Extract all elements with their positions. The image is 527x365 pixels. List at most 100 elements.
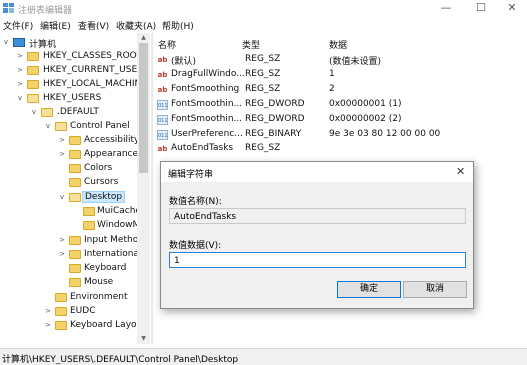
value-name-field: AutoEndTasks [169,208,466,224]
folder-icon [69,264,81,273]
menu-view[interactable]: 查看(V) [78,19,109,32]
folder-icon [83,207,95,216]
folder-icon [27,80,39,89]
chevron-down-icon[interactable]: v [2,38,10,46]
dialog-title-bar: 编辑字符串 ✕ [161,162,473,182]
scroll-up-arrow-icon[interactable]: ▲ [137,33,150,43]
folder-icon [27,52,39,61]
value-data: 0x00000002 (2) [329,114,402,124]
folder-icon [27,66,39,75]
value-type: REG_BINARY [245,129,302,139]
chevron-right-icon[interactable]: > [58,236,66,244]
column-header-name[interactable]: 名称 [158,38,176,51]
folder-open-icon [55,122,67,131]
folder-icon [55,307,67,316]
edit-string-dialog: 编辑字符串 ✕ 数值名称(N): AutoEndTasks 数值数据(V): 1… [160,161,474,309]
folder-icon [69,278,81,287]
folder-icon [69,178,81,187]
chevron-down-icon[interactable]: v [30,108,38,116]
cancel-button[interactable]: 取消 [403,281,467,298]
value-row[interactable]: ab FontSmoothing REG_SZ 2 [154,83,527,97]
computer-icon [13,38,25,47]
value-row[interactable]: ab DragFullWindo... REG_SZ 1 [154,68,527,82]
tree-item-label: Colors [84,163,113,173]
value-row[interactable]: 011 FontSmoothin... REG_DWORD 0x00000001… [154,98,527,112]
chevron-right-icon[interactable]: > [44,307,52,315]
tree-item-label: Control Panel [70,121,130,131]
scrollbar-thumb[interactable] [139,43,148,173]
value-row[interactable]: 011 UserPreferenc... REG_BINARY 9e 3e 03… [154,128,527,142]
tree-item-label: Appearance [84,149,139,159]
dialog-close-button[interactable]: ✕ [456,165,465,178]
tree-item-label: International [84,249,142,259]
menu-favorites[interactable]: 收藏夹(A) [116,19,156,32]
value-name: FontSmoothin... [171,114,243,124]
value-row[interactable]: 011 FontSmoothin... REG_DWORD 0x00000002… [154,113,527,127]
column-header-data[interactable]: 数据 [329,38,347,51]
chevron-right-icon[interactable]: > [16,80,24,88]
registry-app-icon [3,3,14,13]
folder-icon [69,250,81,259]
binary-value-icon: 011 [157,100,168,110]
column-header-type[interactable]: 类型 [242,38,260,51]
chevron-right-icon[interactable]: > [58,250,66,258]
folder-open-icon [27,94,39,103]
registry-tree[interactable]: v 计算机 > HKEY_CLASSES_ROOT > HKEY_CURRENT… [0,33,152,344]
tree-item-label: WindowM [97,220,141,230]
value-name: UserPreferenc... [171,129,243,139]
value-row[interactable]: ab AutoEndTasks REG_SZ [154,142,527,156]
tree-item-label: Input Metho [84,235,139,245]
maximize-button[interactable]: ☐ [466,0,496,17]
tree-item-label: HKEY_USERS [43,93,102,103]
value-data-input[interactable]: 1 [169,252,466,268]
status-path: 计算机\HKEY_USERS\.DEFAULT\Control Panel\De… [2,355,239,365]
scroll-down-arrow-icon[interactable]: ▼ [137,334,150,344]
value-type: REG_SZ [245,54,281,64]
menu-edit[interactable]: 编辑(E) [40,19,71,32]
folder-icon [69,236,81,245]
chevron-down-icon[interactable]: v [58,193,66,201]
tree-item-label: 计算机 [29,40,57,50]
string-value-icon: ab [157,86,168,94]
menu-help[interactable]: 帮助(H) [162,19,194,32]
chevron-right-icon[interactable]: > [58,150,66,158]
value-row[interactable]: ab (默认) REG_SZ (数值未设置) [154,53,527,67]
chevron-down-icon[interactable]: v [44,122,52,130]
value-data: 2 [329,84,335,94]
folder-icon [55,321,67,330]
tree-item-label: Cursors [84,177,119,187]
tree-item-label: HKEY_LOCAL_MACHINE [43,79,147,89]
value-data: 0x00000001 (1) [329,99,402,109]
value-data: 1 [329,69,335,79]
tree-item-label: HKEY_CLASSES_ROOT [43,51,143,61]
tree-item-label: HKEY_CURRENT_USER [43,65,144,75]
chevron-right-icon[interactable]: > [16,52,24,60]
chevron-right-icon[interactable]: > [58,136,66,144]
tree-item-label: Keyboard [84,263,127,273]
close-window-button[interactable]: ✕ [497,0,527,17]
string-value-icon: ab [157,71,168,79]
value-type: REG_SZ [245,84,281,94]
minimize-button[interactable]: — [431,0,461,17]
binary-value-icon: 011 [157,130,168,140]
value-name: FontSmoothing [171,84,240,94]
folder-icon [69,136,81,145]
tree-item-label: Environment [70,292,128,302]
chevron-down-icon[interactable]: v [16,94,24,102]
tree-scrollbar[interactable]: ▲ ▼ [137,33,150,344]
chevron-right-icon[interactable]: > [44,321,52,329]
string-value-icon: ab [157,145,168,153]
folder-icon [69,150,81,159]
chevron-right-icon[interactable]: > [16,66,24,74]
ok-button[interactable]: 确定 [337,281,401,298]
value-type: REG_DWORD [245,99,305,109]
pane-splitter[interactable] [151,33,153,344]
status-bar: 计算机\HKEY_USERS\.DEFAULT\Control Panel\De… [0,348,527,365]
folder-icon [83,221,95,230]
menu-file[interactable]: 文件(F) [3,19,33,32]
value-type: REG_SZ [245,69,281,79]
string-value-icon: ab [157,56,168,64]
tree-item-label: MuiCache [97,206,141,216]
value-data: (数值未设置) [329,57,382,67]
title-bar: 注册表编辑器 — ☐ ✕ [0,0,527,17]
